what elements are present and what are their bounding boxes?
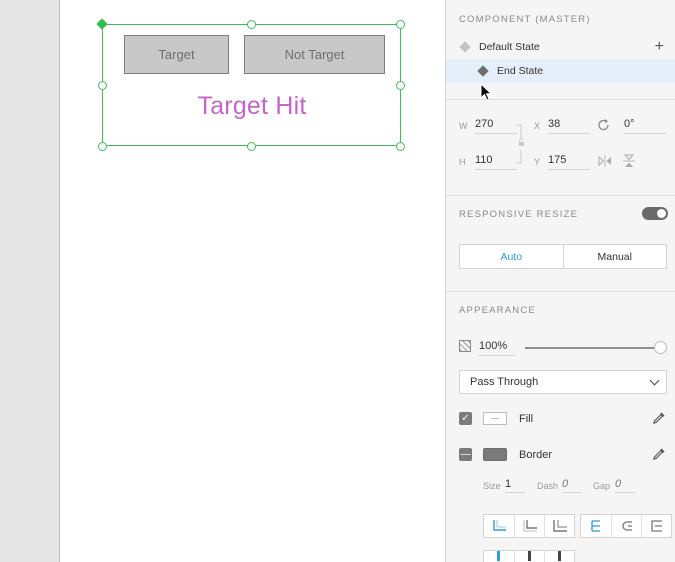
responsive-resize-toggle[interactable] [642,207,668,220]
state-diamond-icon [459,41,471,53]
gap-label: Gap [593,481,611,491]
stroke-cap-group [580,514,672,538]
appearance-title: APPEARANCE [459,305,536,316]
fill-checkbox[interactable]: ✓ [459,412,472,425]
border-color-swatch[interactable] [483,448,507,461]
chevron-down-icon [649,375,660,386]
width-field[interactable]: 270 [475,118,517,134]
lock-ratio-icon[interactable] [516,124,528,164]
round-cap-icon[interactable] [611,515,641,537]
state-label: Default State [479,41,540,53]
plus-icon[interactable]: + [655,39,664,55]
stroke-position-group [483,514,575,538]
blend-mode-value: Pass Through [470,376,539,388]
opacity-field[interactable]: 100% [479,340,515,356]
x-field[interactable]: 38 [548,118,590,134]
resize-handle-top-right[interactable] [396,19,405,29]
state-row-default[interactable]: Default State [446,35,675,59]
y-label: Y [534,157,541,167]
height-field[interactable]: 110 [475,154,517,170]
size-field[interactable]: 1 [505,478,525,493]
blend-mode-select[interactable]: Pass Through [459,370,667,394]
target-hit-text: Target Hit [197,92,307,120]
eyedropper-icon[interactable] [652,447,666,461]
responsive-resize-title: RESPONSIVE RESIZE [459,209,579,220]
stroke-join-group [483,550,575,562]
size-label: Size [483,481,501,491]
resize-handle-top[interactable] [247,19,256,29]
stroke-center-icon[interactable] [514,515,544,537]
stroke-outside-icon[interactable] [544,515,574,537]
manual-button[interactable]: Manual [564,245,667,268]
fill-label: Fill [519,413,534,425]
dash-label: Dash [537,481,559,491]
component-section-title: COMPONENT (MASTER) [459,14,591,25]
resize-handle-left[interactable] [97,80,107,90]
round-join-icon[interactable] [514,551,544,562]
not-target-button[interactable]: Not Target [244,35,385,74]
border-label: Border [519,449,553,461]
auto-button[interactable]: Auto [460,245,564,268]
property-inspector: COMPONENT (MASTER) Default State + End S… [445,0,675,562]
divider [446,99,675,100]
resize-handle-right[interactable] [396,80,405,90]
x-label: X [534,121,541,131]
opacity-icon [459,340,471,352]
target-button[interactable]: Target [124,35,229,74]
opacity-slider-knob[interactable] [654,341,667,354]
state-diamond-icon [477,65,489,77]
rotation-field[interactable]: 0° [624,118,666,134]
divider [446,195,675,196]
height-label: H [459,157,466,167]
stroke-inside-icon[interactable] [484,515,514,537]
resize-handle-bottom-right[interactable] [396,141,405,151]
square-cap-icon[interactable] [641,515,671,537]
border-checkbox[interactable]: — [459,448,472,461]
eyedropper-icon[interactable] [652,411,666,425]
toggle-knob [657,209,666,218]
rotate-icon[interactable] [597,118,611,132]
opacity-slider-track[interactable] [525,347,661,349]
y-field[interactable]: 175 [548,154,590,170]
resize-handle-bottom-left[interactable] [97,141,107,151]
dash-field[interactable]: 0 [562,478,582,493]
artboard-canvas[interactable]: Target Not Target Target Hit [60,0,445,562]
flip-vertical-icon[interactable] [623,154,635,168]
state-row-end[interactable]: End State [446,59,675,83]
fill-color-swatch[interactable] [483,412,507,425]
butt-cap-icon[interactable] [581,515,611,537]
state-label: End State [497,65,544,77]
flip-horizontal-icon[interactable] [598,155,612,167]
miter-join-icon[interactable] [484,551,514,562]
resize-handle-bottom[interactable] [247,141,256,151]
divider [446,291,675,292]
gap-field[interactable]: 0 [615,478,635,493]
bevel-join-icon[interactable] [544,551,574,562]
canvas-gutter [0,0,60,562]
resize-mode-segmented: Auto Manual [459,244,667,269]
width-label: W [459,121,468,131]
